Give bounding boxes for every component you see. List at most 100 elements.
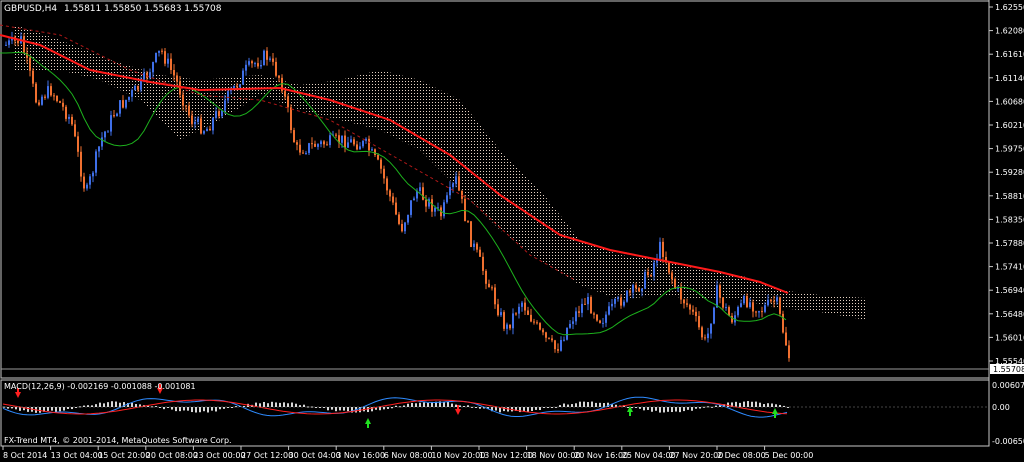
macd-bar [655,407,657,411]
macd-bar [243,405,245,407]
macd-bar [103,403,105,407]
time-tick-label: 8 Oct 2014 [3,451,47,460]
time-tick-label: 27 Oct 12:00 [241,451,293,460]
macd-bar [551,407,553,408]
macd-bar [99,402,101,407]
macd-bar [107,402,109,407]
macd-bar [331,407,333,410]
macd-label: MACD(12,26,9) -0.002169 -0.001088 -0.001… [4,382,196,391]
macd-bar [547,407,549,408]
macd-bar [567,404,569,407]
price-tick-label: 1.56940 [995,286,1024,295]
macd-bar [307,406,309,408]
macd-bar [187,407,189,411]
price-scale[interactable]: 1.62550 1.62080 1.61610 1.61140 1.60680 1.602… [989,3,1024,366]
macd-bar [543,407,545,408]
macd-bar [427,402,429,407]
macd-bar [707,406,709,408]
macd-bar [259,403,261,407]
macd-bar [319,407,321,408]
macd-bar [295,403,297,407]
macd-bar [415,403,417,407]
macd-bar [67,407,69,409]
macd-bar [347,407,349,412]
macd-bar [495,407,497,411]
macd-bar [635,407,637,408]
time-axis[interactable]: 8 Oct 2014 13 Oct 04:0015 Oct 20:0020 Oct… [2,446,814,460]
macd-bar [407,403,409,407]
macd-bar [111,401,113,407]
macd-bar [135,404,137,407]
price-tick-label: 1.57410 [995,263,1024,272]
macd-bar [183,407,185,411]
macd-bar [87,405,89,407]
macd-bar [715,405,717,407]
macd-bar [387,407,389,409]
macd-bar [763,404,765,407]
price-tick-label: 1.58810 [995,192,1024,201]
macd-bar [119,402,121,407]
price-tick-label: 1.61610 [995,50,1024,59]
macd-bar [555,406,557,408]
macd-bar [283,402,285,407]
macd-bar [171,407,173,410]
candle [242,68,244,85]
macd-bar [47,407,49,411]
macd-bar [163,407,165,410]
time-tick-label: 5 Dec 00:00 [765,451,814,460]
candle [644,269,646,290]
macd-bar [695,407,697,409]
macd-bar [531,407,533,412]
macd-bar [571,404,573,407]
macd-bar [3,406,5,408]
macd-bar [727,402,729,407]
time-tick-label: 10 Nov 20:00 [431,451,485,460]
macd-bar [627,407,629,408]
macd-bar [55,407,57,412]
price-tick-label: 1.56010 [995,333,1024,342]
macd-bar [447,401,449,407]
price-tick-label: 1.60210 [995,121,1024,130]
macd-bar [175,407,177,412]
macd-bar [203,407,205,412]
macd-bar [235,406,237,408]
price-tick-label: 1.61140 [995,74,1024,83]
candle [443,199,445,219]
macd-bar [399,406,401,408]
macd-bar [15,407,17,410]
macd-bar [779,404,781,407]
price-tick-label: 1.58350 [995,215,1024,224]
macd-bar [303,404,305,407]
macd-scale-top: 0.006079 [992,381,1024,390]
candle [782,310,784,334]
price-tick-label: 1.62550 [995,3,1024,12]
macd-bar [603,403,605,407]
macd-bar [559,405,561,407]
macd-bar [223,407,225,409]
macd-bar [691,407,693,411]
time-tick-label: 25 Nov 04:00 [622,451,676,460]
macd-bar [747,401,749,407]
macd-bar [287,403,289,407]
copyright-text: FX-Trend MT4, © 2001-2014, MetaQuotes So… [4,436,232,445]
macd-bar [663,407,665,413]
macd-bar [395,405,397,407]
candle [590,295,592,314]
macd-bar [783,405,785,407]
macd-bar [311,406,313,408]
macd-bar [459,405,461,407]
macd-bar [591,401,593,407]
candle [95,149,97,177]
macd-bar [83,405,85,407]
macd-bar [479,407,481,409]
candle [713,306,715,325]
macd-bar [199,407,201,413]
macd-bar [631,407,633,409]
macd-bar [95,404,97,407]
price-tick-label: 1.59280 [995,168,1024,177]
macd-bar [771,403,773,407]
macd-bar [339,407,341,411]
chart-window[interactable]: GBPUSD,H4 1.55811 1.55850 1.55683 1.5570… [0,0,1024,462]
macd-bar [379,407,381,411]
macd-bar [323,407,325,408]
